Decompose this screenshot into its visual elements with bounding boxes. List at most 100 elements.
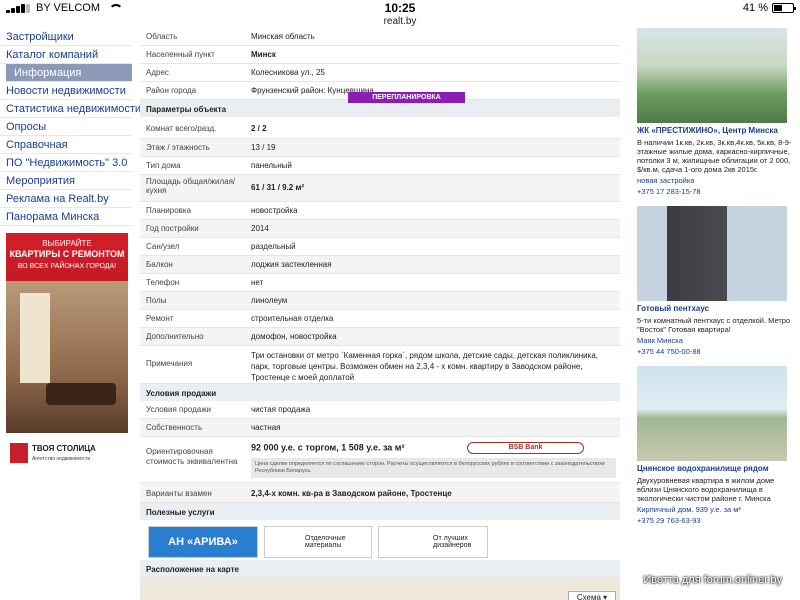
banner-line2: КВАРТИРЫ С РЕМОНТОМ xyxy=(9,249,125,259)
detail-row: Условия продажи чистая продажа xyxy=(140,401,620,419)
row-label: Планировка xyxy=(146,206,192,215)
map-section-title: Расположение на карте xyxy=(140,560,620,577)
listing-details: Область Минская область Населенный пункт М… xyxy=(140,28,620,600)
battery-group: 41 % xyxy=(742,2,796,14)
row-value: 13 / 19 xyxy=(251,143,276,152)
detail-row: Варианты взамен 2,3,4-х комн. кв-ра в Зав… xyxy=(140,483,620,503)
row-label: Год постройки xyxy=(146,224,199,233)
row-value: 2 / 2 xyxy=(251,124,267,133)
listing-photo[interactable] xyxy=(637,366,787,461)
detail-row: Планировка новостройка xyxy=(140,202,620,220)
listing-title[interactable]: ЖК «ПРЕСТИЖИНО», Центр Минска xyxy=(637,126,797,135)
row-value: 2,3,4-х комн. кв-ра в Заводском районе, … xyxy=(251,489,452,498)
nav-item-events[interactable]: Мероприятия xyxy=(0,172,132,190)
listing-meta[interactable]: Кирпичный дом. 939 у.е. за м² xyxy=(637,505,797,514)
detail-row: Комнат всего/разд. 2 / 2 xyxy=(140,117,620,139)
bsb-bank-button[interactable]: BSB Bank xyxy=(466,442,584,454)
detail-row: Сан/узел раздельный xyxy=(140,238,620,256)
detail-row: Полы линолеум xyxy=(140,292,620,310)
watermark: Иветта для forum.onliner.by xyxy=(643,574,782,586)
row-value: новостройка xyxy=(251,206,298,215)
listing-photo[interactable] xyxy=(637,206,787,301)
row-label: Полы xyxy=(146,296,167,305)
row-value: 61 / 31 / 9.2 м² xyxy=(251,183,305,192)
detail-row: Площадь общая/жилая/кухня 61 / 31 / 9.2 м… xyxy=(140,175,620,202)
row-label: Варианты взамен xyxy=(146,489,212,498)
listing-phone[interactable]: +375 29 763-63-93 xyxy=(637,516,797,525)
nav-item-companies[interactable]: Каталог компаний xyxy=(0,46,132,64)
nav-item-panorama[interactable]: Панорама Минска xyxy=(0,208,132,226)
row-value: строительная отделка xyxy=(251,314,334,323)
nav-item-info[interactable]: Информация xyxy=(6,64,132,82)
listing-meta[interactable]: новая застройка xyxy=(637,176,797,185)
row-label: Этаж / этажность xyxy=(146,143,210,152)
row-value: 2014 xyxy=(251,224,269,233)
row-label: Дополнительно xyxy=(146,332,204,341)
nav-item-reference[interactable]: Справочная xyxy=(0,136,132,154)
row-value: чистая продажа xyxy=(251,405,311,414)
listing-title[interactable]: Цнянское водохранилище рядом xyxy=(637,464,797,473)
ariva-service-button[interactable]: АН «АРИВА» xyxy=(148,526,258,558)
detail-row: Телефон нет xyxy=(140,274,620,292)
banner-brand-sub: Агентство недвижимости xyxy=(32,456,91,462)
detail-row: Примечания Три остановки от метро `Каменн… xyxy=(140,346,620,384)
row-label: Область xyxy=(146,32,178,41)
nav-item-news[interactable]: Новости недвижимости xyxy=(0,82,132,100)
row-label: Условия продажи xyxy=(146,405,212,414)
nav-item-polls[interactable]: Опросы xyxy=(0,118,132,136)
row-label: Тип дома xyxy=(146,161,181,170)
detail-row: Собственность частная xyxy=(140,419,620,437)
listing-title[interactable]: Готовый пентхаус xyxy=(637,304,797,313)
price-line: 92 000 у.е. с торгом, 1 508 у.е. за м² B… xyxy=(251,442,616,454)
replanning-tag: ПЕРЕПЛАНИРОВКА xyxy=(348,92,465,103)
url-bar[interactable]: realt.by xyxy=(0,16,800,28)
banner-line1: ВЫБИРАЙТЕ xyxy=(42,239,92,248)
row-value: лоджия застекленная xyxy=(251,260,332,269)
materials-service-button[interactable]: Отделочные материалы xyxy=(264,526,372,558)
listing-desc: В наличии 1к.кв, 2к.кв, 3к.кв,4к.кв, 5к.… xyxy=(637,138,792,174)
designers-service-button[interactable]: От лучших дизайнеров xyxy=(378,526,488,558)
listing-card[interactable]: Цнянское водохранилище рядом Двухуровнев… xyxy=(637,366,797,525)
listing-card[interactable]: Готовый пентхаус 5-ти комнатный пентхаус… xyxy=(637,206,797,356)
detail-row: Ремонт строительная отделка xyxy=(140,310,620,328)
listing-photo[interactable] xyxy=(637,28,787,123)
listing-phone[interactable]: +375 17 283-15-78 xyxy=(637,187,797,196)
row-label: Комнат всего/разд. xyxy=(146,124,217,133)
row-value: линолеум xyxy=(251,296,288,305)
services-list: АН «АРИВА» Отделочные материалы От лучши… xyxy=(140,520,620,560)
ad-banner[interactable]: ВЫБИРАЙТЕ КВАРТИРЫ С РЕМОНТОМ ВО ВСЕХ РА… xyxy=(6,233,128,471)
row-value: Три остановки от метро `Каменная горка`,… xyxy=(251,351,598,382)
row-label: Сан/узел xyxy=(146,242,180,251)
price-value: 92 000 у.е. с торгом, 1 508 у.е. за м² xyxy=(251,442,405,453)
listing-meta[interactable]: Маяк Минска xyxy=(637,336,797,345)
row-label: Ремонт xyxy=(146,314,174,323)
nav-item-stats[interactable]: Статистика недвижимости xyxy=(0,100,141,118)
row-value: частная xyxy=(251,423,281,432)
row-label: Примечания xyxy=(146,359,193,368)
detail-row: Балкон лоджия застекленная xyxy=(140,256,620,274)
battery-icon xyxy=(772,3,796,13)
banner-table-image xyxy=(46,383,116,405)
detail-row: Населенный пункт Минск xyxy=(140,46,620,64)
banner-brand: ТВОЯ СТОЛИЦА xyxy=(32,444,96,453)
listing-phone[interactable]: +375 44 750-00-88 xyxy=(637,347,797,356)
row-label: Район города xyxy=(146,86,197,95)
nav-item-developers[interactable]: Застройщики xyxy=(0,28,132,46)
row-value: нет xyxy=(251,278,264,287)
detail-row: Область Минская область xyxy=(140,28,620,46)
price-row: Ориентировочная стоимость эквивалентна 9… xyxy=(140,437,620,483)
banner-line3: ВО ВСЕХ РАЙОНАХ ГОРОДА! xyxy=(17,263,117,270)
location-map[interactable]: Схема ▾ xyxy=(140,577,620,600)
clock: 10:25 xyxy=(384,1,416,15)
nav-item-software[interactable]: ПО "Недвижимость" 3.0 xyxy=(0,154,132,172)
services-section-title: Полезные услуги xyxy=(140,503,620,520)
price-cell: 92 000 у.е. с торгом, 1 508 у.е. за м² B… xyxy=(247,437,620,482)
nav-item-ads[interactable]: Реклама на Realt.by xyxy=(0,190,132,208)
listing-card[interactable]: ЖК «ПРЕСТИЖИНО», Центр Минска В наличии … xyxy=(637,28,797,196)
left-nav: Застройщики Каталог компаний Информация … xyxy=(0,28,141,471)
battery-percent: 41 % xyxy=(742,2,768,14)
row-value: Минск xyxy=(251,50,276,59)
row-value: домофон, новостройка xyxy=(251,332,337,341)
map-scheme-select[interactable]: Схема ▾ xyxy=(568,591,616,600)
detail-row: Адрес Колесникова ул., 25 xyxy=(140,64,620,82)
